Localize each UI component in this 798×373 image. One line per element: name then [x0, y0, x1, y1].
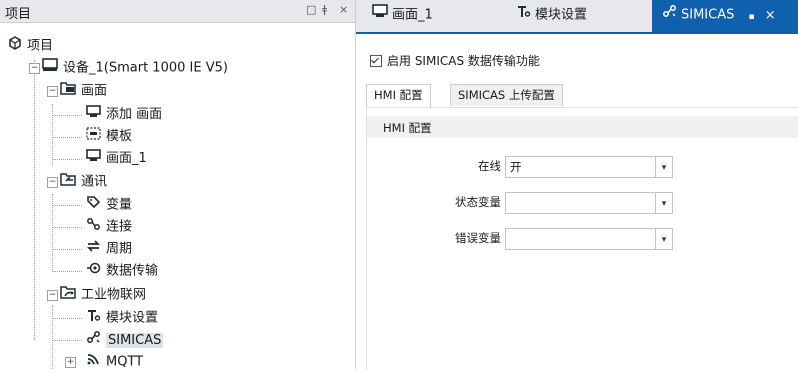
error-variable-label: 错误变量 [455, 231, 501, 245]
expand-toggle-device[interactable]: − [29, 63, 40, 74]
online-dropdown[interactable]: 开 ▾ [505, 156, 673, 178]
iiot-folder-icon [60, 285, 76, 306]
tree-line [52, 205, 82, 206]
data-transfer-icon [86, 261, 101, 282]
error-variable-dropdown[interactable]: ▾ [505, 228, 673, 250]
tab-screen-1[interactable]: 画面_1 [372, 0, 482, 32]
project-icon [8, 36, 22, 57]
device-hmi-icon [42, 58, 58, 79]
enable-simicas-row[interactable]: 启用 SIMICAS 数据传输功能 [370, 52, 540, 69]
project-tree-title: 项目 [5, 7, 32, 22]
screen-icon [372, 0, 388, 30]
tree-line [52, 318, 82, 319]
tree-line [52, 137, 82, 138]
tab-close-button[interactable]: × [765, 8, 776, 23]
simicas-icon [86, 330, 101, 351]
section-header: HMI 配置 [367, 116, 798, 138]
pin-button[interactable]: ǂ [322, 3, 327, 16]
simicas-icon [662, 0, 677, 30]
tree-node-screen-1[interactable]: 画面_1 [86, 149, 147, 169]
screens-folder-icon [60, 81, 76, 102]
tree-line [52, 271, 82, 272]
expand-toggle-screens[interactable]: − [47, 86, 58, 97]
online-value: 开 [510, 160, 522, 174]
project-tree-pane: 项目 □ ǂ × − − − − + 项目 设备_1(Smart 1000 IE… [0, 0, 356, 372]
communication-folder-icon [60, 172, 76, 193]
auto-hide-button[interactable]: □ [306, 3, 316, 16]
simicas-editor: 启用 SIMICAS 数据传输功能 HMI 配置 SIMICAS 上传配置 HM… [356, 34, 798, 370]
tree-node-data-transfer[interactable]: 数据传输 [86, 261, 158, 281]
tab-simicas-label: SIMICAS [681, 7, 735, 23]
tree-line [52, 227, 82, 228]
chevron-down-icon[interactable]: ▾ [655, 229, 672, 249]
cycle-icon [86, 239, 101, 260]
tab-simicas[interactable]: SIMICAS ▪ × [652, 0, 798, 32]
module-settings-icon [86, 308, 101, 329]
chevron-down-icon[interactable]: ▾ [655, 193, 672, 213]
tag-icon [86, 195, 101, 216]
close-pane-button[interactable]: × [339, 3, 348, 16]
tree-node-connections[interactable]: 连接 [86, 217, 132, 237]
enable-simicas-label: 启用 SIMICAS 数据传输功能 [387, 54, 540, 68]
status-variable-label: 状态变量 [455, 195, 501, 209]
screen-icon [86, 149, 101, 169]
tree-node-mqtt[interactable]: MQTT [86, 352, 143, 372]
subtab-hmi-config[interactable]: HMI 配置 [366, 84, 431, 108]
tab-module-settings-label: 模块设置 [535, 7, 588, 23]
section-title: HMI 配置 [383, 121, 432, 135]
add-screen-icon [86, 105, 101, 125]
mqtt-icon [86, 352, 101, 373]
tree-node-module-settings[interactable]: 模块设置 [86, 308, 158, 328]
tree-line [52, 249, 82, 250]
tree-node-screens[interactable]: 画面 [60, 81, 107, 101]
hmi-config-panel: HMI 配置 在线 开 ▾ 状态变量 ▾ 错误变量 ▾ [366, 107, 798, 370]
expand-toggle-comm[interactable]: − [47, 177, 58, 188]
subtab-simicas-upload-config[interactable]: SIMICAS 上传配置 [450, 84, 563, 106]
status-variable-dropdown[interactable]: ▾ [505, 192, 673, 214]
tree-node-simicas[interactable]: SIMICAS [86, 330, 164, 351]
online-label: 在线 [478, 159, 501, 173]
tree-node-cycles[interactable]: 周期 [86, 239, 132, 259]
tree-line [34, 60, 35, 340]
connection-icon [86, 217, 101, 238]
tree-line [52, 305, 53, 369]
tree-line [52, 159, 82, 160]
tree-node-project[interactable]: 项目 [8, 36, 53, 56]
module-settings-icon [516, 0, 531, 30]
chevron-down-icon[interactable]: ▾ [655, 157, 672, 177]
tab-pin-icon[interactable]: ▪ [749, 12, 755, 22]
tree-node-add-screen[interactable]: 添加 画面 [86, 105, 162, 125]
tree-line [52, 104, 53, 166]
tree-node-communication[interactable]: 通讯 [60, 172, 107, 192]
tree-node-template[interactable]: 模板 [86, 127, 132, 147]
expand-toggle-iiot[interactable]: − [47, 290, 58, 301]
project-tree-header: 项目 □ ǂ × [0, 0, 355, 23]
tab-module-settings[interactable]: 模块设置 [516, 0, 646, 32]
editor-tab-bar: 画面_1 模块设置 SIMICAS ▪ × [356, 0, 798, 34]
expand-toggle-mqtt[interactable]: + [65, 357, 76, 368]
tree-line [52, 340, 82, 341]
enable-simicas-checkbox[interactable] [370, 54, 382, 67]
tree-line [52, 115, 82, 116]
tree-node-variables[interactable]: 变量 [86, 195, 132, 215]
tab-screen-1-label: 画面_1 [392, 7, 433, 23]
tree-node-iiot[interactable]: 工业物联网 [60, 285, 146, 305]
tree-node-device[interactable]: 设备_1(Smart 1000 IE V5) [42, 58, 228, 78]
template-icon [86, 127, 101, 147]
